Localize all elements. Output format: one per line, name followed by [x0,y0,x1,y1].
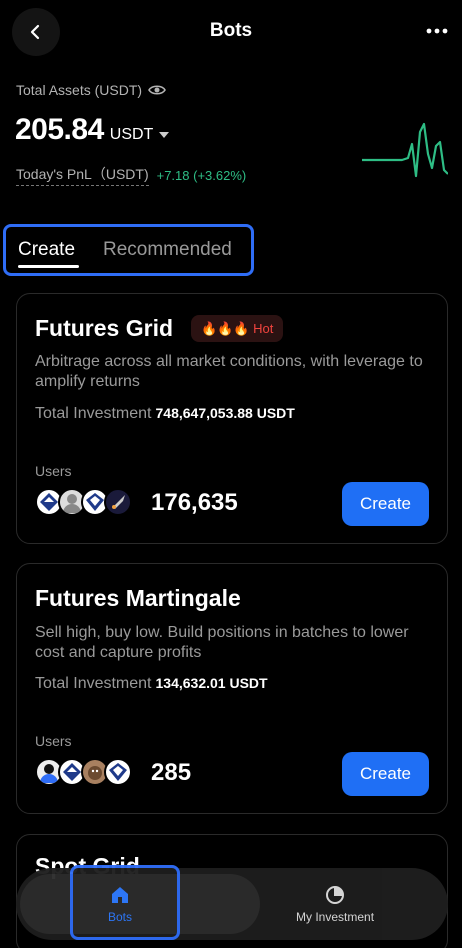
currency-selector[interactable]: USDT [110,126,170,144]
card-description: Arbitrage across all market conditions, … [35,353,423,390]
active-tab-indicator [18,265,79,268]
currency-unit: USDT [109,126,154,143]
users-count: 285 [151,759,192,786]
home-icon [112,887,128,903]
bot-card-futures-grid[interactable]: Futures Grid 🔥🔥🔥 Hot Arbitrage across al… [16,293,448,544]
pnl-value: +7.18 (+3.62%) [156,167,247,183]
nav-item-bots[interactable]: Bots [108,884,132,924]
bottom-nav: Bots My Investment [16,865,448,940]
total-assets-label: Total Assets (USDT) [16,82,166,98]
total-assets-value: 205.84 USDT [15,113,170,147]
tab-recommended[interactable]: Recommended [103,239,232,261]
user-avatars [35,488,132,516]
total-investment: Total Investment 748,647,053.88 USDT [35,405,295,423]
pnl-sparkline [362,122,448,178]
nav-label: My Investment [296,910,375,924]
tabs-bar: Create Recommended [3,224,254,276]
users-count: 176,635 [151,489,238,516]
nav-item-my-investment[interactable]: My Investment [296,884,374,924]
logo-icon [63,763,81,781]
rocket-icon [112,495,125,509]
eye-icon[interactable] [148,83,166,97]
tab-create[interactable]: Create [18,239,75,261]
more-button[interactable] [424,18,450,44]
card-description: Sell high, buy low. Build positions in b… [35,624,409,661]
total-investment: Total Investment 134,632.01 USDT [35,675,268,693]
total-assets-number: 205.84 [15,113,104,146]
avatar [104,488,132,516]
card-title: Futures Grid [35,315,174,341]
pnl-label[interactable]: Today's PnL（USDT) [16,164,149,186]
users-label: Users [35,463,72,479]
more-horizontal-icon [426,28,448,34]
investment-label: Total Investment [35,405,152,422]
pie-chart-icon [326,886,345,904]
total-assets-label-text: Total Assets (USDT) [16,82,143,98]
card-title: Futures Martingale [35,585,241,611]
create-button[interactable]: Create [342,752,429,796]
person-icon [40,764,58,783]
page-title: Bots [209,20,253,41]
caret-down-icon [159,132,170,138]
create-button[interactable]: Create [342,482,429,526]
investment-value: 748,647,053.88 USDT [155,405,295,421]
header: Bots [0,0,462,64]
users-label: Users [35,733,72,749]
bot-card-futures-martingale[interactable]: Futures Martingale Sell high, buy low. B… [16,563,448,814]
nav-label: Bots [108,910,133,924]
avatar [104,758,132,786]
logo-icon [109,763,127,781]
pnl-row: Today's PnL（USDT) +7.18 (+3.62%) [16,164,246,186]
animal-avatar-icon [88,766,102,780]
logo-icon [40,493,58,511]
logo-icon [86,493,104,511]
investment-label: Total Investment [35,675,152,692]
person-icon [63,494,81,513]
investment-value: 134,632.01 USDT [155,675,268,691]
hot-badge: 🔥🔥🔥 Hot [191,315,284,342]
user-avatars [35,758,132,786]
